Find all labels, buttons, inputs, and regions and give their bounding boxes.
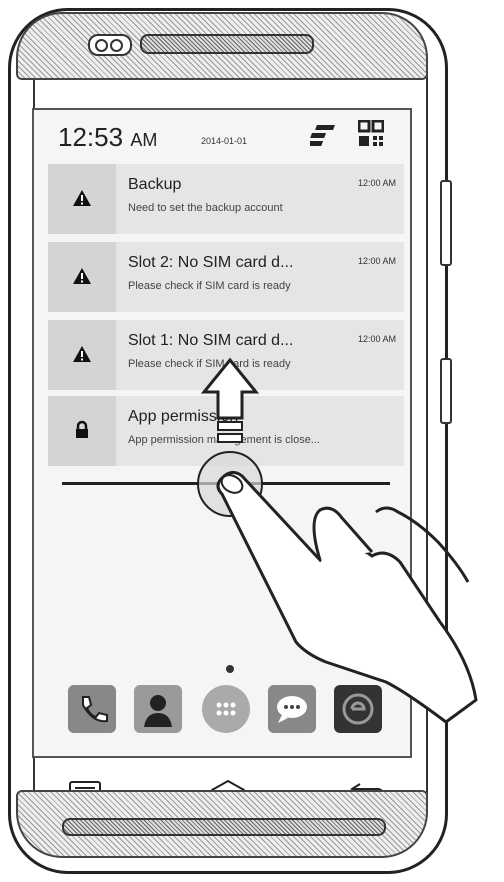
notification-title: Slot 1: No SIM card d... [128,332,294,349]
notification-backup[interactable]: Backup Need to set the backup account 12… [48,164,404,234]
clock-ampm: AM [130,130,158,150]
page-indicator [226,665,234,673]
clock: 12:53 AM [58,122,157,153]
phone-icon[interactable] [68,685,116,733]
notification-icon-box [48,164,116,234]
notification-icon-box [48,320,116,390]
notification-title: Backup [128,176,182,193]
notification-message: Please check if SIM card is ready [128,358,291,370]
earpiece-speaker [140,34,314,54]
clock-time: 12:53 [58,122,124,152]
notification-time: 12:00 AM [357,256,396,266]
warning-icon [73,346,91,362]
swipe-line [62,482,390,485]
volume-button[interactable] [440,180,452,266]
notification-icon-box [48,242,116,312]
warning-icon [73,268,91,284]
notification-time: 12:00 AM [357,178,396,188]
notification-slot1[interactable]: Slot 1: No SIM card d... Please check if… [48,320,404,390]
contacts-icon[interactable] [134,685,182,733]
notification-header: 12:53 AM 2014-01-01 [48,116,408,160]
notification-message: App permission management is close... [128,434,320,446]
notification-title: App permission [128,408,239,425]
apps-icon[interactable] [202,685,250,733]
date-label: 2014-01-01 [201,136,248,146]
notification-icon-box [48,396,116,466]
browser-icon[interactable] [334,685,382,733]
warning-icon [73,190,91,206]
notification-title: Slot 2: No SIM card d... [128,254,294,271]
front-sensor-icon [88,34,132,56]
messages-icon[interactable] [268,685,316,733]
notification-app-permission[interactable]: App permission App permission management… [48,396,404,466]
notification-time: 12:00 AM [357,334,396,344]
power-button[interactable] [440,358,452,424]
qr-grid-icon[interactable] [358,120,384,148]
bottom-speaker [62,818,386,836]
notification-message: Please check if SIM card is ready [128,280,291,292]
lock-icon [76,420,88,438]
notification-slot2[interactable]: Slot 2: No SIM card d... Please check if… [48,242,404,312]
notification-message: Need to set the backup account [128,202,283,214]
toggle-icon[interactable] [310,122,338,148]
